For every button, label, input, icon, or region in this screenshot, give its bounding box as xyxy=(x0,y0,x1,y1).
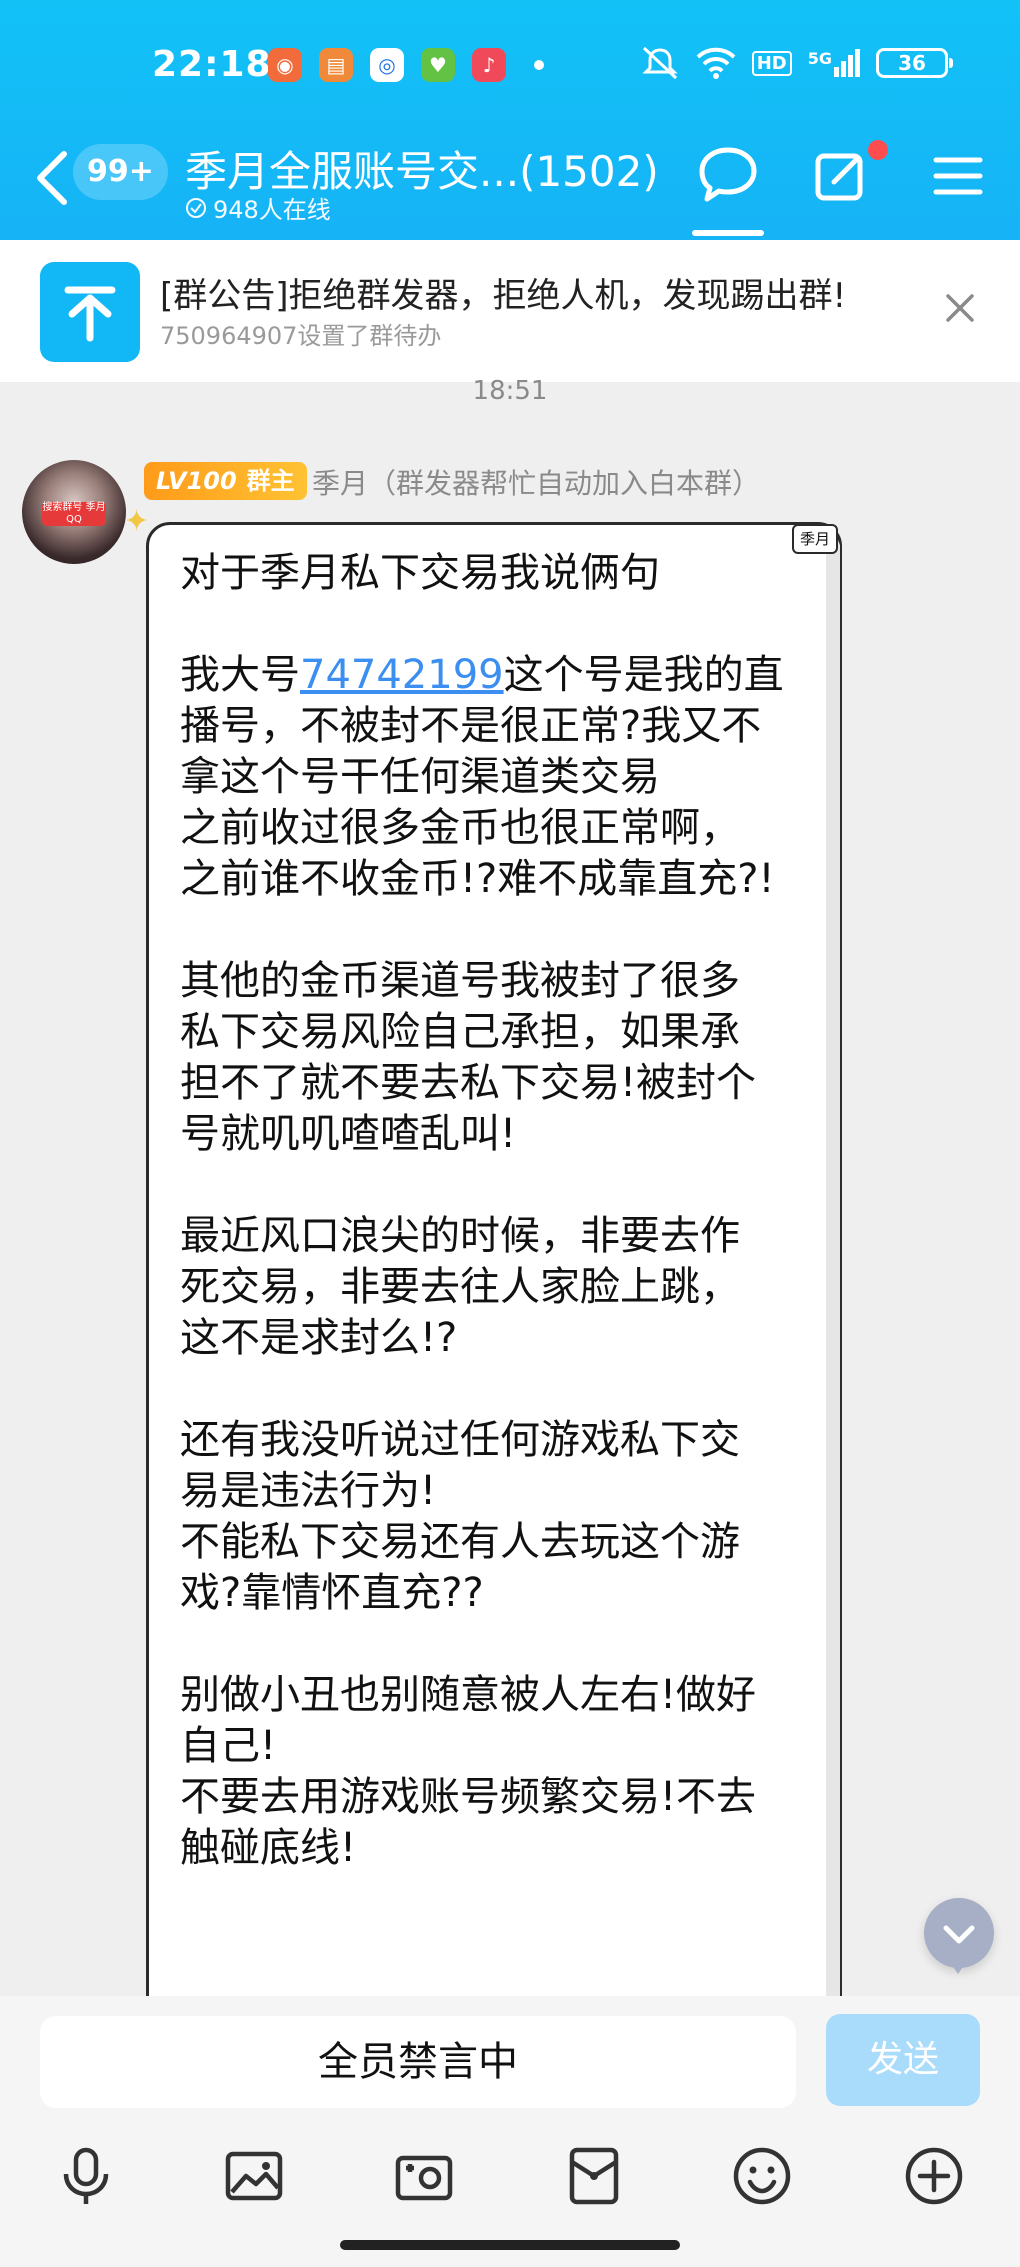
message-line: 这不是求封么!? xyxy=(180,1315,458,1361)
microphone-icon[interactable] xyxy=(54,2144,118,2208)
bubble-edge xyxy=(826,540,840,2020)
clock: 22:18 xyxy=(152,44,272,85)
send-button[interactable]: 发送 xyxy=(826,2014,980,2106)
camera-app-icon: ◉ xyxy=(268,48,302,82)
menu-icon[interactable] xyxy=(924,142,992,210)
announcement-title: [群公告]拒绝群发器，拒绝人机，发现踢出群! xyxy=(160,276,847,316)
wifi-icon xyxy=(696,47,736,79)
message-line: 自己! xyxy=(180,1723,277,1769)
input-area: 全员禁言中 发送 xyxy=(0,1996,1020,2267)
online-status: 948人在线 xyxy=(185,190,331,225)
message-line: 不能私下交易还有人去玩这个游 xyxy=(180,1519,740,1565)
battery-icon: 36 xyxy=(876,48,953,78)
message-timestamp: 18:51 xyxy=(472,376,548,406)
status-bar: 22:18 ◉ ▤ ◎ ♥ ♪ HD 5G 36 xyxy=(0,0,1020,130)
input-toolbar xyxy=(0,2144,1020,2224)
books-app-icon: ▤ xyxy=(319,48,353,82)
chevron-down-icon xyxy=(943,1925,975,1944)
message-line: 担不了就不要去私下交易!被封个 xyxy=(180,1060,757,1106)
emoji-icon[interactable] xyxy=(730,2144,794,2208)
notification-app-icons: ◉ ▤ ◎ ♥ ♪ xyxy=(268,48,506,82)
red-packet-icon[interactable] xyxy=(562,2144,626,2208)
new-indicator-dot xyxy=(868,140,888,160)
message-line: 我大号74742199这个号是我的直 xyxy=(180,652,784,698)
level-badge: LV100 群主 xyxy=(144,462,307,500)
sparkle-icon: ✦ xyxy=(124,504,150,539)
message-line: 还有我没听说过任何游戏私下交 xyxy=(180,1417,740,1463)
level-label: LV100 xyxy=(156,467,237,495)
scroll-button-tail xyxy=(950,1962,966,1974)
online-check-icon xyxy=(186,197,206,218)
signal-icon: 5G xyxy=(808,49,860,77)
mute-bell-icon xyxy=(642,46,678,80)
unread-count-badge[interactable]: 99+ xyxy=(73,144,168,200)
back-arrow-icon[interactable] xyxy=(30,148,80,208)
chat-bubble-icon[interactable] xyxy=(694,142,762,210)
announcement-pin-icon xyxy=(40,262,140,362)
member-count: (1502) xyxy=(519,147,659,196)
message-line: 之前收过很多金币也很正常啊， xyxy=(180,805,740,851)
online-count: 948人在线 xyxy=(213,196,331,224)
message-line: 别做小丑也别随意被人左右!做好 xyxy=(180,1672,757,1718)
group-name: 季月全服账号交... xyxy=(185,147,520,196)
header: 22:18 ◉ ▤ ◎ ♥ ♪ HD 5G 36 99+ 季月全服账号交...(… xyxy=(0,0,1020,240)
message-line: 私下交易风险自己承担，如果承 xyxy=(180,1009,740,1055)
role-label: 群主 xyxy=(246,467,295,495)
message-line: 不要去用游戏账号频繁交易!不去 xyxy=(180,1774,757,1820)
message-line: 最近风口浪尖的时候，非要去作 xyxy=(180,1213,740,1259)
shopping-app-icon: ♥ xyxy=(421,48,455,82)
hd-label: HD xyxy=(751,50,792,76)
close-icon[interactable] xyxy=(940,288,980,328)
group-announcement[interactable]: [群公告]拒绝群发器，拒绝人机，发现踢出群! 750964907设置了群待办 xyxy=(0,240,1020,382)
camera-icon[interactable] xyxy=(392,2144,456,2208)
scroll-to-bottom-button[interactable] xyxy=(924,1898,994,1968)
more-notifications-dot xyxy=(534,60,544,70)
plus-icon[interactable] xyxy=(902,2144,966,2208)
message-text: 对于季月私下交易我说俩句 我大号74742199这个号是我的直 播号，不被封不是… xyxy=(180,548,820,1874)
announcement-subtitle: 750964907设置了群待办 xyxy=(160,322,442,350)
message-line: 对于季月私下交易我说俩句 xyxy=(180,550,660,596)
message-line: 其他的金币渠道号我被封了很多 xyxy=(180,958,740,1004)
home-indicator[interactable] xyxy=(340,2240,680,2250)
qq-number-link[interactable]: 74742199 xyxy=(300,652,504,698)
title-bar: 99+ 季月全服账号交...(1502) 948人在线 xyxy=(0,130,1020,240)
sender-name[interactable]: 季月（群发器帮忙自动加入白本群） xyxy=(312,462,760,502)
active-tab-indicator xyxy=(692,230,764,236)
avatar[interactable]: 搜索群号 季月QQ xyxy=(22,460,126,564)
browser-app-icon: ◎ xyxy=(370,48,404,82)
avatar-label: 搜索群号 季月QQ xyxy=(42,502,106,526)
message-line: 之前谁不收金币!?难不成靠直充?! xyxy=(180,856,775,902)
message-line: 戏?靠情怀直充?? xyxy=(180,1570,484,1616)
system-icons: HD 5G 36 xyxy=(640,46,953,80)
message-line: 死交易，非要去往人家脸上跳， xyxy=(180,1264,740,1310)
message-line: 易是违法行为! xyxy=(180,1468,437,1514)
message-line: 号就叽叽喳喳乱叫! xyxy=(180,1111,517,1157)
image-icon[interactable] xyxy=(222,2144,286,2208)
message-line: 播号，不被封不是很正常?我又不 xyxy=(180,703,762,749)
message-line: 触碰底线! xyxy=(180,1825,357,1871)
message-line: 拿这个号干任何渠道类交易 xyxy=(180,754,660,800)
music-app-icon: ♪ xyxy=(472,48,506,82)
muted-input-field: 全员禁言中 xyxy=(40,2016,796,2108)
edit-icon[interactable] xyxy=(808,142,876,210)
